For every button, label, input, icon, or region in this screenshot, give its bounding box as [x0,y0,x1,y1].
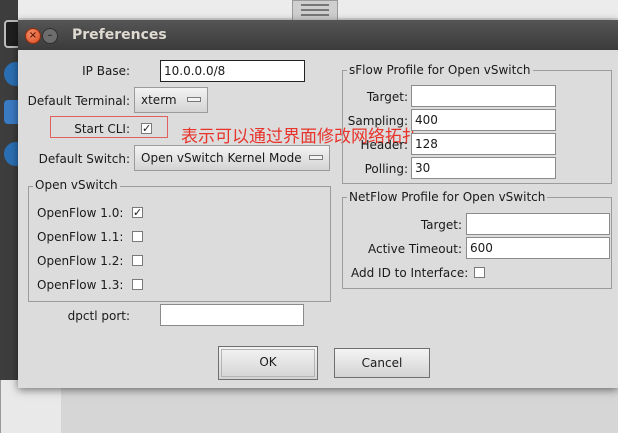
sflow-polling-label: Polling: [364,162,408,176]
netflow-group-title: NetFlow Profile for Open vSwitch [347,190,548,204]
default-terminal-label: Default Terminal: [27,94,130,108]
openflow-1-1-label: OpenFlow 1.1: [37,230,124,244]
sflow-header-label: Header: [360,138,408,152]
openflow-1-1-checkbox[interactable] [132,231,143,242]
sflow-header-input[interactable]: 128 [411,133,556,155]
sflow-target-input[interactable] [411,85,556,107]
sflow-sampling-input[interactable]: 400 [411,109,556,131]
openflow-1-0-label: OpenFlow 1.0: [37,206,124,220]
default-terminal-value: xterm [141,93,177,107]
netflow-addid-checkbox[interactable] [474,267,485,278]
openflow-1-3-label: OpenFlow 1.3: [37,278,124,292]
minimize-icon[interactable]: – [42,28,58,44]
netflow-addid-label: Add ID to Interface: [351,266,469,280]
dpctl-port-input[interactable] [160,304,304,326]
cancel-button[interactable]: Cancel [334,348,430,378]
netflow-timeout-label: Active Timeout: [368,242,462,256]
cancel-button-label: Cancel [361,356,403,370]
netflow-target-input[interactable] [466,213,610,235]
sflow-sampling-label: Sampling: [347,114,408,128]
openflow-1-2-checkbox[interactable] [132,255,143,266]
dpctl-port-label: dpctl port: [67,309,130,323]
close-icon[interactable]: × [25,28,41,44]
openflow-1-0-checkbox[interactable]: ✓ [132,207,143,218]
openvswitch-group-title: Open vSwitch [33,178,120,192]
preferences-dialog: × – Preferences IP Base: 10.0.0.0/8 Defa… [18,20,618,388]
netflow-target-label: Target: [420,218,462,232]
ok-button[interactable]: OK [218,346,318,380]
ip-base-label: IP Base: [82,64,130,78]
sflow-target-label: Target: [366,90,408,104]
default-switch-value: Open vSwitch Kernel Mode [141,151,302,165]
default-switch-dropdown[interactable]: Open vSwitch Kernel Mode [134,145,330,171]
openflow-1-3-checkbox[interactable] [132,279,143,290]
title-bar[interactable]: × – Preferences [18,20,618,50]
netflow-timeout-input[interactable]: 600 [466,237,610,259]
ip-base-input[interactable]: 10.0.0.0/8 [160,60,305,82]
default-terminal-dropdown[interactable]: xterm [134,87,208,113]
ok-button-label: OK [259,355,277,369]
window-title: Preferences [72,27,167,43]
start-cli-checkbox[interactable]: ✓ [141,123,152,134]
sflow-group-title: sFlow Profile for Open vSwitch [347,63,533,77]
start-cli-label: Start CLI: [74,122,130,136]
sflow-polling-input[interactable]: 30 [411,157,556,179]
dropdown-indicator-icon [309,155,323,160]
default-switch-label: Default Switch: [38,152,130,166]
openflow-1-2-label: OpenFlow 1.2: [37,254,124,268]
dropdown-indicator-icon [187,97,201,102]
